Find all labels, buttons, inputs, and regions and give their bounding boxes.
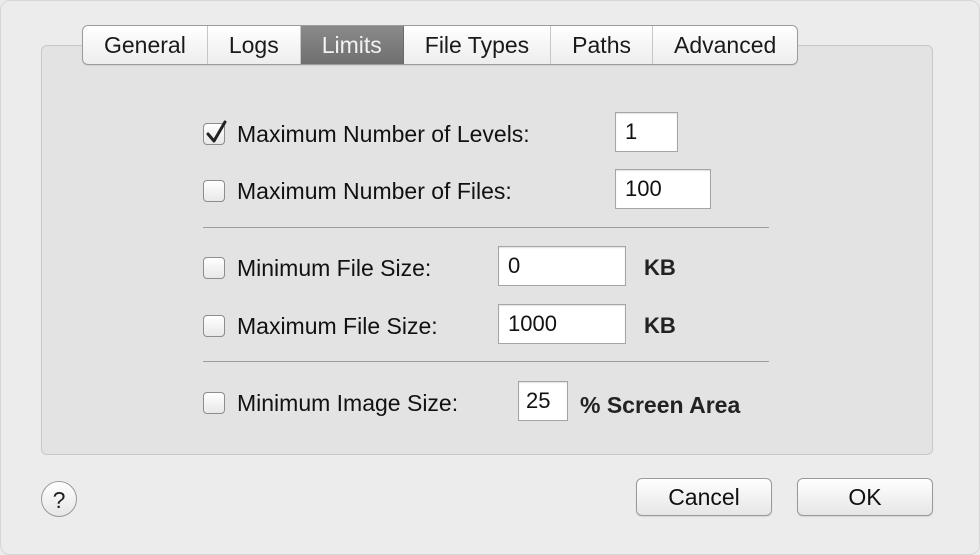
min-image-size-checkbox[interactable]: [203, 392, 225, 414]
min-file-size-input[interactable]: [498, 246, 626, 286]
help-button[interactable]: ?: [41, 481, 77, 517]
max-file-size-checkbox[interactable]: [203, 315, 225, 337]
checkmark-icon: [206, 120, 227, 143]
tab-paths[interactable]: Paths: [551, 26, 653, 64]
max-levels-row: Maximum Number of Levels:: [203, 114, 530, 154]
tab-general[interactable]: General: [83, 26, 208, 64]
max-file-size-unit: KB: [644, 313, 676, 338]
max-file-size-input[interactable]: [498, 304, 626, 344]
max-file-size-row: Maximum File Size:: [203, 306, 438, 346]
max-files-input[interactable]: [615, 169, 711, 209]
max-levels-input[interactable]: [615, 112, 678, 152]
max-files-label: Maximum Number of Files:: [237, 177, 512, 204]
min-file-size-checkbox[interactable]: [203, 257, 225, 279]
separator-2: [203, 361, 769, 362]
max-levels-label: Maximum Number of Levels:: [237, 120, 530, 147]
max-files-row: Maximum Number of Files:: [203, 171, 512, 211]
min-file-size-row: Minimum File Size:: [203, 248, 431, 288]
max-levels-checkbox[interactable]: [203, 120, 227, 145]
min-image-size-label: Minimum Image Size:: [237, 389, 459, 416]
separator-1: [203, 227, 769, 228]
tab-file-types[interactable]: File Types: [404, 26, 552, 64]
min-file-size-unit: KB: [644, 255, 676, 280]
cancel-button[interactable]: Cancel: [636, 478, 772, 516]
preferences-window: General Logs Limits File Types Paths Adv…: [0, 0, 980, 555]
min-image-size-input[interactable]: [518, 381, 568, 421]
ok-button[interactable]: OK: [797, 478, 933, 516]
tab-logs[interactable]: Logs: [208, 26, 301, 64]
tab-advanced[interactable]: Advanced: [653, 26, 797, 64]
min-image-size-unit: % Screen Area: [580, 392, 741, 418]
tab-content-panel: [41, 45, 933, 455]
min-image-size-row: Minimum Image Size:: [203, 383, 458, 423]
min-file-size-label: Minimum File Size:: [237, 254, 432, 281]
tab-limits[interactable]: Limits: [300, 26, 404, 64]
max-file-size-label: Maximum File Size:: [237, 312, 438, 339]
max-files-checkbox[interactable]: [203, 180, 225, 202]
tab-bar: General Logs Limits File Types Paths Adv…: [82, 25, 799, 65]
